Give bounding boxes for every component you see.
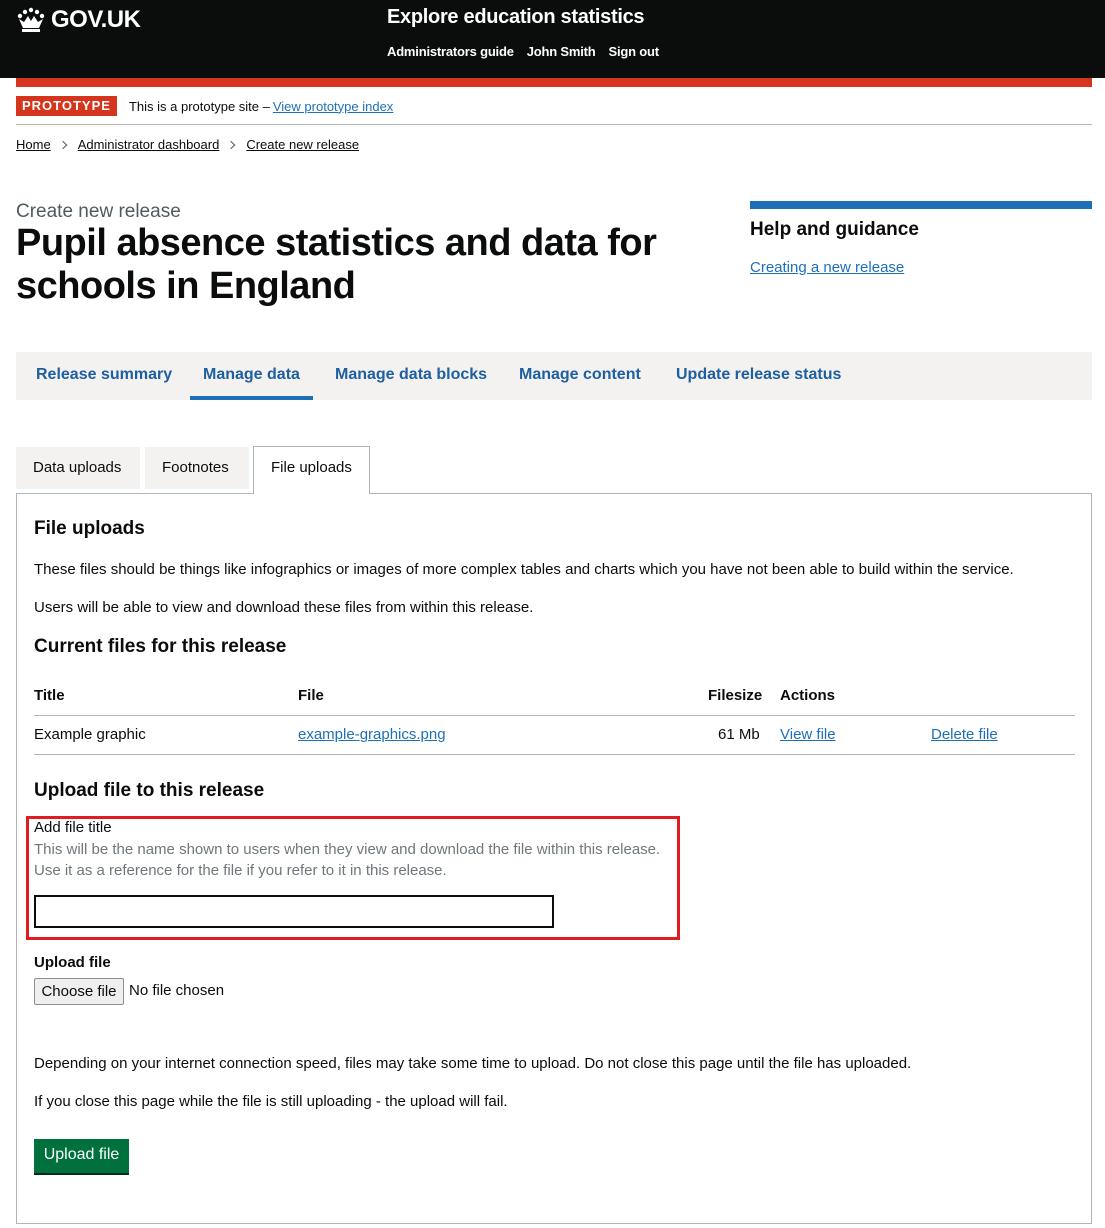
breadcrumb-admin-dashboard[interactable]: Administrator dashboard (78, 137, 220, 152)
chevron-right-icon (58, 140, 67, 149)
column-header: Actions (780, 687, 836, 704)
tab-footnotes[interactable]: Footnotes (145, 447, 249, 489)
user-name-link[interactable]: John Smith (527, 44, 596, 59)
nav-manage-data[interactable]: Manage data (190, 352, 313, 400)
tab-file-uploads[interactable]: File uploads (253, 446, 370, 494)
page-caption: Create new release (16, 201, 181, 222)
nav-manage-data-blocks[interactable]: Manage data blocks (322, 352, 500, 400)
logo-text: GOV.UK (51, 6, 141, 33)
divider (16, 124, 1092, 125)
page-title: Pupil absence statistics and data for sc… (16, 222, 657, 307)
file-title-hint: Use it as a reference for the file if yo… (34, 862, 447, 879)
column-header: Title (34, 687, 65, 704)
delete-file-link[interactable]: Delete file (931, 726, 998, 743)
upload-file-button[interactable]: Upload file (34, 1139, 129, 1173)
nav-update-release-status[interactable]: Update release status (663, 352, 854, 400)
filesize-cell: 61 Mb (718, 726, 760, 743)
tab-data-uploads[interactable]: Data uploads (16, 447, 140, 489)
site-header: GOV.UK Explore education statistics Admi… (0, 0, 1105, 78)
upload-note: If you close this page while the file is… (34, 1093, 508, 1110)
file-link[interactable]: example-graphics.png (298, 726, 446, 743)
service-name-link[interactable]: Explore education statistics (387, 6, 645, 29)
file-title-cell: Example graphic (34, 726, 146, 743)
header-red-bar (16, 78, 1092, 87)
file-uploads-heading: File uploads (34, 518, 145, 539)
file-title-label: Add file title (34, 819, 112, 836)
crown-icon (17, 7, 45, 32)
sign-out-link[interactable]: Sign out (609, 44, 660, 59)
column-header: File (298, 687, 324, 704)
view-file-link[interactable]: View file (780, 726, 836, 743)
govuk-logo-link[interactable]: GOV.UK (16, 6, 141, 34)
current-files-heading: Current files for this release (34, 636, 287, 657)
file-title-input[interactable] (34, 895, 554, 928)
breadcrumb-create-release[interactable]: Create new release (246, 137, 359, 152)
intro-text: Users will be able to view and download … (34, 599, 534, 616)
chevron-right-icon (227, 140, 236, 149)
breadcrumb-home[interactable]: Home (16, 137, 51, 152)
intro-text: These files should be things like infogr… (34, 561, 1014, 578)
table-row: Example graphic example-graphics.png 61 … (34, 716, 1075, 755)
breadcrumb: Home Administrator dashboard Create new … (16, 137, 359, 152)
upload-note: Depending on your internet connection sp… (34, 1055, 912, 1072)
prototype-index-link[interactable]: View prototype index (273, 99, 393, 114)
prototype-tag: PROTOTYPE (16, 96, 117, 116)
administrators-guide-link[interactable]: Administrators guide (387, 44, 514, 59)
column-header: Filesize (708, 687, 763, 704)
file-chosen-status: No file chosen (129, 982, 225, 999)
choose-file-button[interactable]: Choose file (34, 978, 124, 1005)
nav-release-summary[interactable]: Release summary (23, 352, 185, 400)
help-panel: Help and guidance Creating a new release (750, 201, 1092, 276)
files-table: Title File Filesize Actions Example grap… (34, 677, 1075, 755)
help-title: Help and guidance (750, 219, 919, 240)
file-title-hint: This will be the name shown to users whe… (34, 841, 661, 858)
table-header-row: Title File Filesize Actions (34, 677, 1075, 716)
prototype-banner: PROTOTYPE This is a prototype site – Vie… (16, 96, 393, 116)
upload-heading: Upload file to this release (34, 780, 265, 801)
header-nav: Administrators guide John Smith Sign out (387, 44, 659, 59)
release-nav: Release summary Manage data Manage data … (16, 352, 1092, 400)
creating-release-link[interactable]: Creating a new release (750, 259, 1092, 276)
nav-manage-content[interactable]: Manage content (506, 352, 654, 400)
upload-file-label: Upload file (34, 954, 111, 971)
prototype-text: This is a prototype site – (128, 98, 270, 114)
